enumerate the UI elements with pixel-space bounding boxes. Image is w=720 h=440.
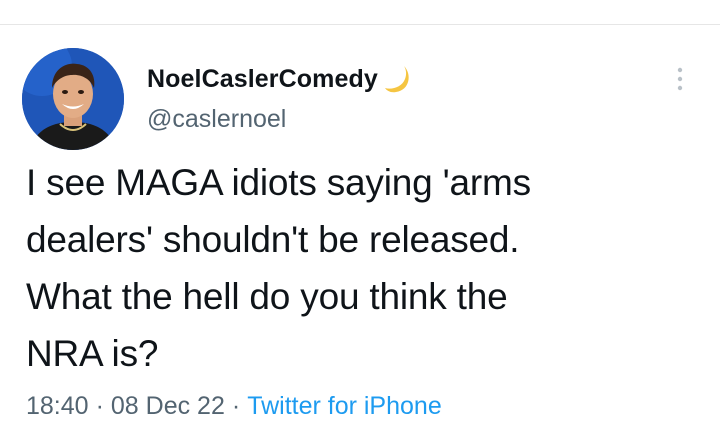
crescent-moon-icon bbox=[384, 66, 409, 93]
tweet-card: NoelCaslerComedy @caslernoel I see MAGA … bbox=[0, 0, 720, 440]
avatar[interactable] bbox=[22, 48, 124, 150]
name-row: NoelCaslerComedy bbox=[147, 59, 416, 99]
user-handle[interactable]: @caslernoel bbox=[147, 105, 286, 134]
divider bbox=[0, 24, 720, 25]
tweet-source-link[interactable]: Twitter for iPhone bbox=[247, 392, 442, 420]
tweet-date[interactable]: 08 Dec 22 bbox=[111, 392, 225, 420]
tweet-line: I see MAGA idiots saying 'arms bbox=[26, 162, 531, 203]
tweet-time[interactable]: 18:40 bbox=[26, 392, 89, 420]
meta-separator: · bbox=[95, 392, 104, 420]
display-name[interactable]: NoelCaslerComedy bbox=[147, 65, 378, 94]
tweet-line: NRA is? bbox=[26, 333, 159, 374]
more-options-icon[interactable] bbox=[670, 62, 690, 96]
tweet-line: dealers' shouldn't be released. bbox=[26, 219, 520, 260]
tweet-line: What the hell do you think the bbox=[26, 276, 508, 317]
tweet-text: I see MAGA idiots saying 'arms dealers' … bbox=[26, 154, 706, 382]
avatar-image bbox=[22, 48, 124, 150]
meta-separator: · bbox=[231, 392, 241, 420]
tweet-meta: 18:40 · 08 Dec 22 · Twitter for iPhone bbox=[26, 392, 442, 421]
